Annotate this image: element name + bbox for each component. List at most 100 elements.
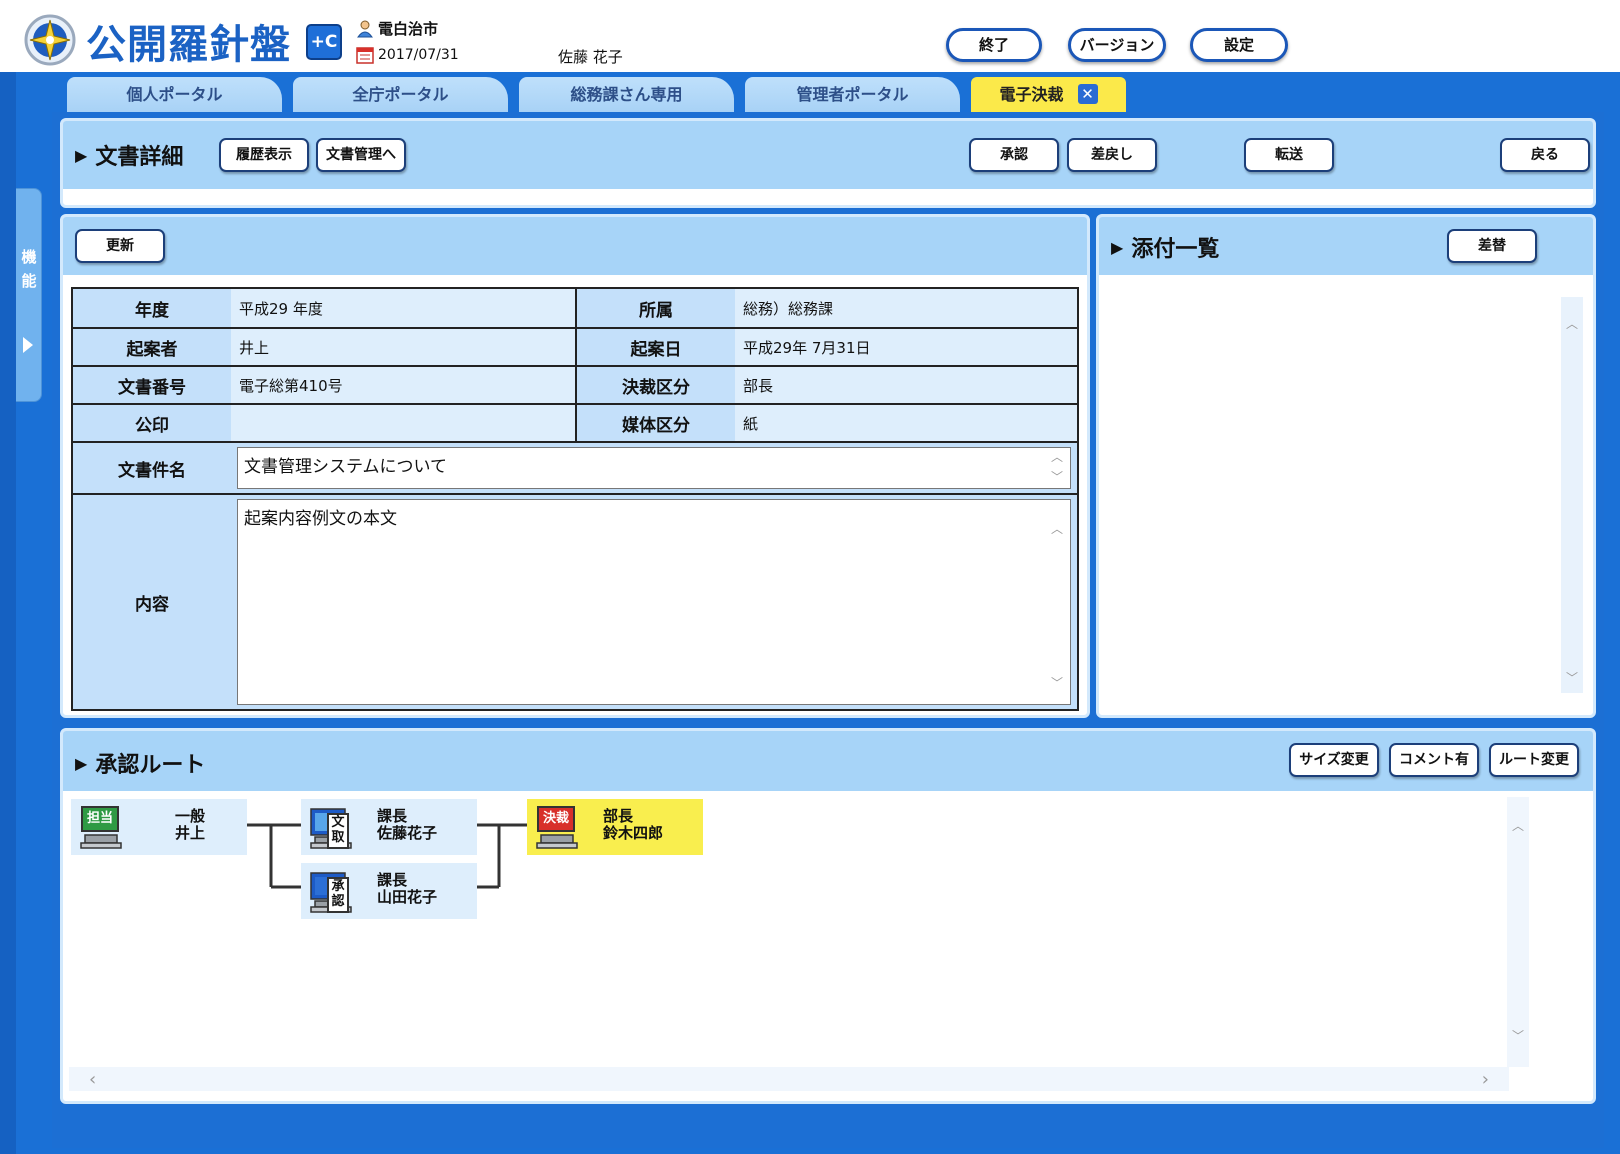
draft-date-value: 平成29年 7月31日 [735, 329, 1077, 365]
comment-button[interactable]: コメント有 [1389, 743, 1479, 777]
route-node-staff-text: 一般 井上 [175, 808, 205, 842]
attachments-header: 添付一覧 差替 [1099, 217, 1593, 275]
affiliation-value: 総務）総務課 [735, 289, 1077, 327]
compass-emblem-icon [24, 14, 76, 66]
tab-electronic-approval-label: 電子決裁 [999, 85, 1064, 104]
document-detail-panel: 文書詳細 履歴表示 文書管理へ 承認 差戻し 転送 戻る [60, 118, 1596, 208]
route-node-staff[interactable]: 担当 一般 井上 [71, 799, 247, 855]
settings-button[interactable]: 設定 [1190, 28, 1288, 62]
route-node-title: 課長 [377, 871, 408, 889]
route-badge-section-chief-2: 承認 [327, 877, 349, 913]
back-button[interactable]: 戻る [1500, 138, 1590, 172]
route-node-section-chief-1-text: 課長 佐藤花子 [377, 808, 437, 842]
approval-route-title: 承認ルート [75, 747, 205, 779]
tab-general-affairs[interactable]: 総務課さん専用 [519, 77, 734, 112]
route-node-name: 山田花子 [377, 888, 438, 906]
route-badge-department-head: 決裁 [537, 806, 575, 832]
route-node-section-chief-2[interactable]: 承認 課長 山田花子 [301, 863, 477, 919]
exit-button[interactable]: 終了 [946, 28, 1042, 62]
media-class-value: 紙 [735, 405, 1077, 441]
route-node-title: 課長 [377, 807, 408, 825]
approval-route-header: 承認ルート サイズ変更 コメント有 ルート変更 [63, 731, 1593, 791]
app-header: 公開羅針盤 +C 電白治市 2017/07/31 佐藤 花子 終了 バージョン … [0, 0, 1620, 72]
version-button[interactable]: バージョン [1068, 28, 1166, 62]
tab-personal-portal[interactable]: 個人ポータル [67, 77, 282, 112]
approve-button[interactable]: 承認 [969, 138, 1059, 172]
scroll-up-icon[interactable]: ︿ [1565, 318, 1579, 330]
content-area: 文書詳細 履歴表示 文書管理へ 承認 差戻し 転送 戻る 更新 年度 平成29 … [52, 112, 1604, 1148]
function-side-tab[interactable]: 機能 [16, 188, 42, 402]
scroll-down-icon[interactable]: ﹀ [1511, 1030, 1525, 1042]
scroll-left-icon[interactable]: ‹ [89, 1069, 96, 1090]
subject-input[interactable]: 文書管理システムについて ︿ ﹀ [237, 447, 1071, 489]
content-textarea-text: 起案内容例文の本文 [244, 509, 397, 529]
org-info: 電白治市 [356, 18, 438, 39]
route-horizontal-scrollbar[interactable]: ‹ › [69, 1067, 1509, 1091]
grid-line [73, 493, 1077, 495]
history-button[interactable]: 履歴表示 [219, 138, 309, 172]
route-node-name: 井上 [175, 824, 206, 842]
attachments-title: 添付一覧 [1111, 231, 1219, 263]
document-detail-title: 文書詳細 [75, 139, 183, 171]
media-class-label: 媒体区分 [577, 405, 735, 441]
seal-value [231, 405, 575, 441]
document-form-header: 更新 [63, 217, 1087, 275]
resize-button[interactable]: サイズ変更 [1289, 743, 1379, 777]
document-form-grid: 年度 平成29 年度 所属 総務）総務課 起案者 井上 起案日 平成29年 7月… [71, 287, 1079, 711]
calendar-icon [356, 47, 374, 64]
expand-arrow-icon [23, 337, 33, 353]
scroll-up-icon[interactable]: ︿ [1511, 820, 1525, 832]
user-name: 佐藤 花子 [558, 48, 623, 66]
approval-route-panel: 承認ルート サイズ変更 コメント有 ルート変更 [60, 728, 1596, 1104]
decision-class-value: 部長 [735, 367, 1077, 403]
scroll-up-icon[interactable]: ︿ [1050, 523, 1064, 535]
subject-label: 文書件名 [73, 443, 231, 493]
document-detail-header: 文書詳細 履歴表示 文書管理へ 承認 差戻し 転送 戻る [63, 121, 1593, 189]
document-management-button[interactable]: 文書管理へ [316, 138, 406, 172]
replace-button[interactable]: 差替 [1447, 229, 1537, 263]
route-node-title: 部長 [603, 807, 634, 825]
decision-class-label: 決裁区分 [577, 367, 735, 403]
update-button[interactable]: 更新 [75, 229, 165, 263]
route-change-button[interactable]: ルート変更 [1489, 743, 1579, 777]
left-strip [0, 72, 16, 1154]
route-node-name: 鈴木四郎 [603, 824, 664, 842]
content-label: 内容 [73, 495, 231, 709]
scroll-down-icon[interactable]: ﹀ [1050, 677, 1064, 689]
subject-input-text: 文書管理システムについて [244, 457, 447, 477]
doc-number-value: 電子総第410号 [231, 367, 575, 403]
tab-admin-portal[interactable]: 管理者ポータル [745, 77, 960, 112]
person-icon [357, 20, 373, 37]
drafter-label: 起案者 [73, 329, 231, 365]
route-badge-section-chief-1: 文取 [327, 813, 349, 849]
draft-date-label: 起案日 [577, 329, 735, 365]
document-form-panel: 更新 年度 平成29 年度 所属 総務）総務課 起案者 井上 起案日 平成29年… [60, 214, 1090, 718]
scroll-down-icon[interactable]: ﹀ [1565, 672, 1579, 684]
route-node-title: 一般 [175, 807, 206, 825]
year-label: 年度 [73, 289, 231, 327]
date-info: 2017/07/31 [356, 46, 459, 64]
scroll-down-icon[interactable]: ﹀ [1050, 471, 1064, 483]
scroll-up-icon[interactable]: ︿ [1050, 451, 1064, 463]
tab-close-icon[interactable]: ✕ [1077, 83, 1098, 104]
tab-electronic-approval[interactable]: 電子決裁 ✕ [971, 77, 1126, 112]
approval-route-diagram: 担当 一般 井上 文取 課長 佐藤花子 承認 課長 山田花子 決裁 部長 鈴木四… [69, 797, 1535, 1091]
attachments-panel: 添付一覧 差替 ︿ ﹀ [1096, 214, 1596, 718]
org-name: 電白治市 [378, 20, 439, 38]
forward-button[interactable]: 転送 [1244, 138, 1334, 172]
return-button[interactable]: 差戻し [1067, 138, 1157, 172]
scroll-right-icon[interactable]: › [1482, 1069, 1489, 1090]
affiliation-label: 所属 [577, 289, 735, 327]
route-node-section-chief-2-text: 課長 山田花子 [377, 872, 437, 906]
app-title: 公開羅針盤 [86, 21, 291, 68]
content-textarea[interactable]: 起案内容例文の本文 ︿ ﹀ [237, 499, 1071, 705]
route-vertical-scrollbar[interactable]: ︿ ﹀ [1507, 797, 1529, 1067]
route-node-section-chief-1[interactable]: 文取 課長 佐藤花子 [301, 799, 477, 855]
main-frame: 機能 個人ポータル 全庁ポータル 総務課さん専用 管理者ポータル 電子決裁 ✕ 文… [0, 72, 1620, 1154]
route-badge-staff: 担当 [81, 806, 119, 832]
tab-all-office-portal[interactable]: 全庁ポータル [293, 77, 508, 112]
attachments-list: ︿ ﹀ [1099, 287, 1593, 695]
route-node-department-head[interactable]: 決裁 部長 鈴木四郎 [527, 799, 703, 855]
attachments-scrollbar[interactable]: ︿ ﹀ [1561, 297, 1583, 693]
route-node-name: 佐藤花子 [377, 824, 438, 842]
